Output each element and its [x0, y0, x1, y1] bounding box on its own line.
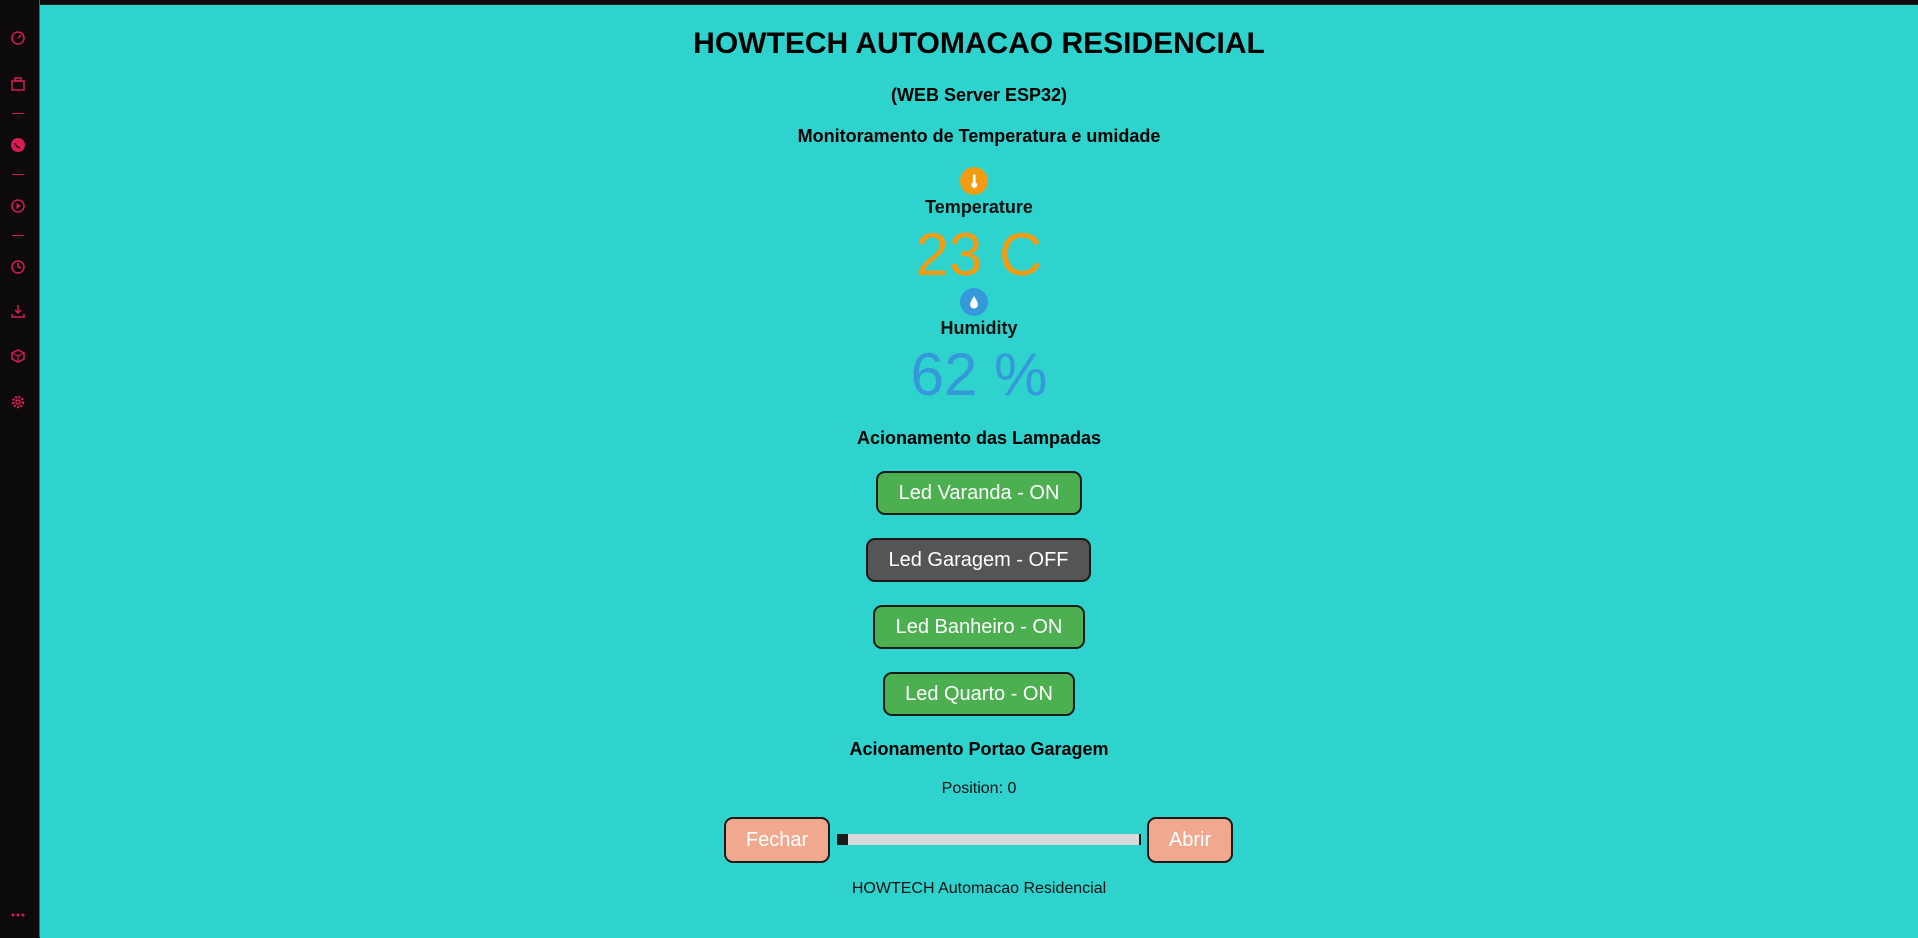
subtitle: (WEB Server ESP32): [890, 85, 1068, 105]
briefcase-icon[interactable]: [9, 75, 27, 93]
cube-icon[interactable]: [9, 347, 27, 365]
sidebar-divider: [12, 174, 24, 175]
thermometer-icon: [960, 167, 988, 195]
lamps-heading: Acionamento das Lampadas: [856, 428, 1102, 448]
sidebar: [0, 0, 40, 937]
main-content: HOWTECH AUTOMACAO RESIDENCIAL (WEB Serve…: [40, 4, 1918, 938]
sidebar-divider: [12, 235, 24, 236]
monitor-heading: Monitoramento de Temperatura e umidade: [797, 126, 1161, 146]
temperature-label: Temperature: [925, 197, 1033, 217]
led-quarto-button[interactable]: Led Quarto - ON: [883, 672, 1075, 716]
clock-icon[interactable]: [9, 258, 27, 276]
download-icon[interactable]: [9, 302, 27, 320]
page-title: HOWTECH AUTOMACAO RESIDENCIAL: [693, 27, 1265, 60]
abrir-button[interactable]: Abrir: [1147, 817, 1233, 863]
whatsapp-icon[interactable]: [9, 136, 27, 154]
led-garagem-button[interactable]: Led Garagem - OFF: [866, 538, 1091, 582]
position-text: Position: 0: [941, 780, 1017, 797]
water-drop-icon: [960, 288, 988, 316]
led-banheiro-button[interactable]: Led Banheiro - ON: [873, 605, 1085, 649]
gate-position-slider[interactable]: [837, 834, 1141, 845]
led-varanda-button[interactable]: Led Varanda - ON: [876, 471, 1082, 515]
temperature-value: 23 C: [915, 221, 1043, 288]
speedometer-icon[interactable]: [9, 29, 27, 47]
slider-handle[interactable]: [837, 834, 848, 845]
fechar-button[interactable]: Fechar: [724, 817, 830, 863]
footer-text: HOWTECH Automacao Residencial: [851, 880, 1107, 897]
gate-heading: Acionamento Portao Garagem: [849, 739, 1109, 759]
gear-icon[interactable]: [9, 393, 27, 411]
humidity-label: Humidity: [940, 318, 1018, 338]
humidity-value: 62 %: [910, 341, 1048, 408]
play-circle-icon[interactable]: [9, 197, 27, 215]
sidebar-divider: [12, 113, 24, 114]
title-wrapper: HOWTECH AUTOMACAO RESIDENCIAL: [40, 27, 1918, 61]
more-icon[interactable]: [9, 906, 27, 924]
